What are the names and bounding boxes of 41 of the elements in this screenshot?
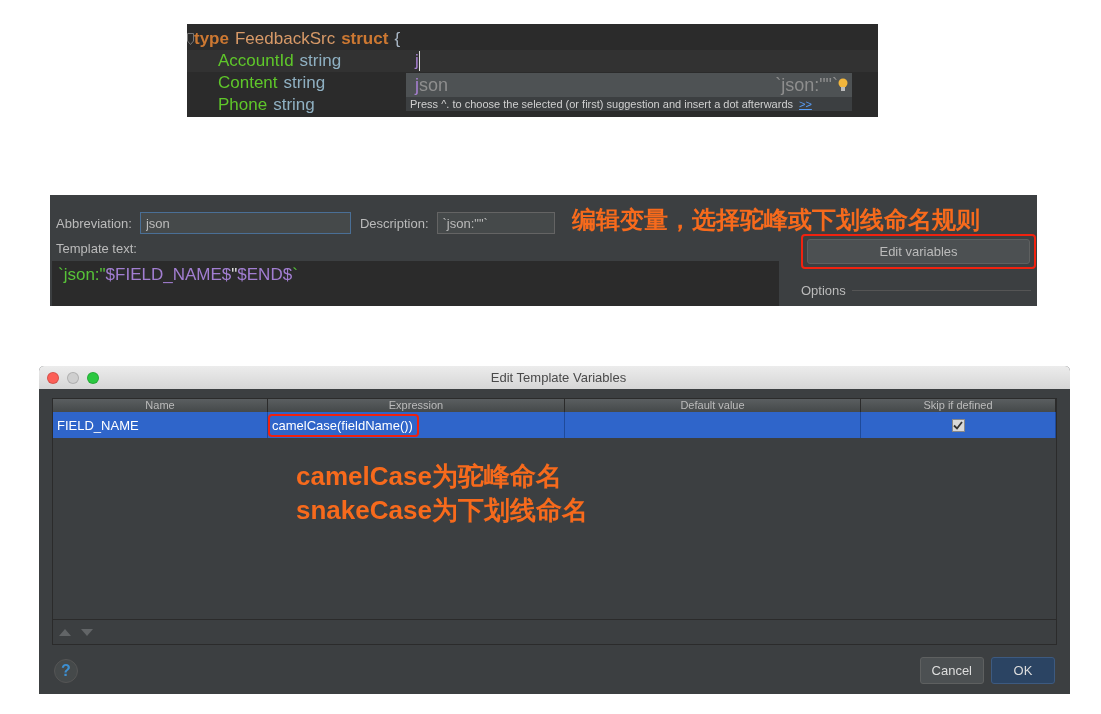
description-field[interactable]: `json:""` <box>436 212 555 234</box>
highlighted-expression: camelCase(fieldName()) <box>268 413 419 437</box>
move-up-icon[interactable] <box>59 628 71 636</box>
code-token: struct <box>341 29 389 49</box>
annotation-text: camelCase为驼峰命名 <box>296 460 563 493</box>
abbreviation-label: Abbreviation: <box>56 215 132 231</box>
code-token: FeedbackSrc <box>234 29 336 49</box>
minimize-icon[interactable] <box>67 371 79 384</box>
table-row[interactable]: FIELD_NAME camelCase(fieldName()) <box>53 412 1056 438</box>
maximize-icon[interactable] <box>87 371 99 384</box>
lightbulb-icon[interactable] <box>838 78 848 92</box>
table-cell: FIELD_NAME <box>53 412 268 438</box>
help-icon[interactable]: ? <box>54 658 78 683</box>
code-token: j <box>415 51 419 71</box>
hint-text: Press ^. to choose the selected (or first) suggestion and insert a dot afterwards <box>410 98 794 110</box>
description-label: Description: <box>359 215 429 231</box>
move-down-icon[interactable] <box>81 628 93 636</box>
fold-icon[interactable] <box>187 33 194 45</box>
annotation-text: snakeCase为下划线命名 <box>296 494 588 527</box>
cancel-button[interactable]: Cancel <box>919 657 984 684</box>
code-token: type <box>194 29 229 49</box>
code-token: Phone <box>218 95 268 115</box>
window-title: Edit Template Variables <box>489 370 628 385</box>
code-token: string <box>299 51 342 71</box>
code-token: Content <box>218 73 278 93</box>
template-text-label: Template text: <box>56 241 138 256</box>
close-icon[interactable] <box>47 371 59 384</box>
options-label: Options <box>801 283 846 298</box>
edit-variables-button[interactable]: Edit variables <box>807 239 1030 264</box>
checkbox[interactable] <box>951 418 965 432</box>
code-token: string <box>283 73 326 93</box>
ok-button[interactable]: OK <box>991 657 1055 684</box>
suggestion-item[interactable]: json `json:""` <box>406 73 852 97</box>
template-editor[interactable]: `json:"$FIELD_NAME$"$END$` <box>52 261 779 306</box>
code-token: string <box>273 95 315 115</box>
abbreviation-field[interactable]: json <box>139 212 351 234</box>
more-link[interactable]: >> <box>799 98 812 110</box>
code-token: { <box>394 29 401 49</box>
text-caret <box>418 51 420 71</box>
code-token: AccountId <box>218 51 294 71</box>
annotation-text: 编辑变量，选择驼峰或下划线命名规则 <box>572 205 980 235</box>
